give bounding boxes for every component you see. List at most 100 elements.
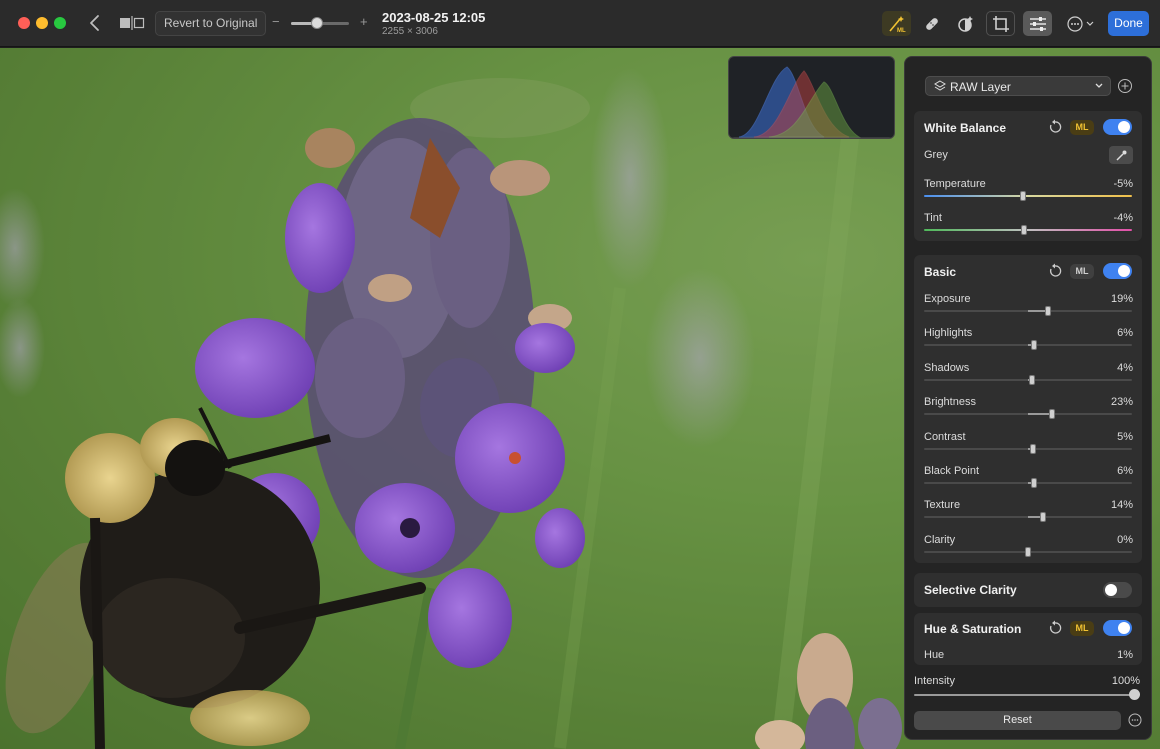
close-window-button[interactable] (18, 17, 30, 29)
black-point-slider-handle[interactable] (1031, 478, 1038, 488)
slider-value: 23% (1110, 396, 1133, 409)
chevron-left-icon (90, 15, 99, 31)
slider-label: Hue (924, 649, 945, 661)
reset-button[interactable]: Reset (914, 711, 1121, 730)
retouch-bandage-icon (925, 17, 938, 30)
back-button[interactable] (86, 13, 104, 33)
reset-icon[interactable] (1047, 620, 1063, 636)
done-button[interactable]: Done (1108, 11, 1149, 36)
selective-clarity-section: Selective Clarity (914, 573, 1142, 607)
slider-value: 19% (1110, 293, 1133, 305)
grey-label: Grey (924, 149, 948, 161)
zoom-in-button[interactable]: + (360, 14, 368, 29)
brightness-slider-track[interactable] (924, 413, 1132, 416)
eyedropper-icon (1116, 150, 1127, 161)
ml-auto-badge[interactable]: ML (1070, 264, 1094, 279)
more-icon (1067, 15, 1094, 32)
slider-value: 5% (1117, 430, 1133, 443)
toggle-knob (1118, 121, 1130, 133)
temperature-slider-handle[interactable] (1019, 191, 1026, 201)
slider-label: Texture (924, 499, 961, 512)
highlights-slider-handle[interactable] (1031, 340, 1038, 351)
slider-label: Brightness (924, 396, 976, 409)
document-title: 2023-08-25 12:05 (382, 10, 486, 25)
svg-text:ML: ML (897, 28, 906, 33)
shadows-slider-handle[interactable] (1029, 374, 1036, 385)
reset-icon[interactable] (1047, 119, 1063, 135)
crop-button[interactable] (986, 11, 1015, 36)
toggle-knob (1118, 265, 1130, 277)
document-dimensions: 2255 × 3006 (382, 26, 438, 37)
selective-clarity-title: Selective Clarity (924, 583, 1017, 597)
texture-slider-track[interactable] (924, 516, 1132, 519)
basic-section: Basic ML Exposure 19% Highlights 6% Shadows 4… (914, 255, 1142, 563)
mask-button[interactable] (950, 11, 979, 36)
tint-slider-handle[interactable] (1020, 225, 1027, 235)
slider-label: Exposure (924, 293, 971, 305)
adjust-sliders-icon (1029, 16, 1046, 31)
intensity-value: 100% (1111, 675, 1140, 687)
zoom-out-button[interactable]: − (272, 14, 280, 29)
intensity-slider-track[interactable] (914, 694, 1138, 696)
layer-name: RAW Layer (950, 80, 1011, 94)
add-layer-icon[interactable] (1117, 78, 1133, 94)
exposure-slider-handle[interactable] (1044, 306, 1051, 316)
adjustments-panel: RAW Layer White Balance ML Grey Temperat… (904, 56, 1152, 740)
brightness-slider-handle[interactable] (1048, 409, 1055, 420)
reset-icon[interactable] (1047, 263, 1063, 279)
slider-label: Contrast (924, 430, 966, 443)
retouch-button[interactable] (917, 11, 946, 36)
chevron-down-icon (1095, 83, 1103, 88)
slider-value: -5% (1113, 178, 1133, 190)
exposure-slider-track[interactable] (924, 310, 1132, 312)
slider-label: Temperature (924, 178, 986, 190)
title-bar: Revert to Original − + 2023-08-25 12:05 … (0, 0, 1160, 47)
slider-value: 0% (1117, 533, 1133, 546)
ml-enhance-button[interactable]: ML (882, 11, 911, 36)
basic-title: Basic (924, 265, 957, 279)
hue-saturation-title: Hue & Saturation (924, 622, 1022, 636)
slider-value: 6% (1117, 465, 1133, 477)
highlights-slider-track[interactable] (924, 344, 1132, 347)
ml-auto-badge[interactable]: ML (1070, 621, 1094, 636)
white-balance-section: White Balance ML Grey Temperature -5% Ti… (914, 111, 1142, 241)
adjust-button[interactable] (1023, 11, 1052, 36)
crop-icon (992, 15, 1009, 32)
slider-value: 14% (1110, 499, 1133, 512)
more-icon[interactable] (1128, 713, 1142, 727)
hue-saturation-section: Hue & Saturation ML Hue 1% (914, 613, 1142, 665)
selective-clarity-toggle[interactable] (1103, 582, 1132, 598)
intensity-slider-handle[interactable] (1129, 689, 1140, 700)
split-view-icon (120, 16, 145, 30)
more-options-button[interactable] (1064, 11, 1098, 36)
intensity-label: Intensity (914, 675, 955, 687)
shadows-slider-track[interactable] (924, 378, 1132, 381)
maximize-window-button[interactable] (54, 17, 66, 29)
texture-slider-handle[interactable] (1039, 512, 1046, 523)
slider-label: Shadows (924, 361, 970, 374)
compare-before-after-button[interactable] (119, 15, 145, 31)
white-balance-title: White Balance (924, 121, 1007, 135)
revert-to-original-button[interactable]: Revert to Original (155, 11, 267, 36)
eyedropper-button[interactable] (1109, 146, 1133, 164)
basic-toggle[interactable] (1103, 263, 1132, 279)
hue-saturation-toggle[interactable] (1103, 620, 1132, 636)
black-point-slider-track[interactable] (924, 482, 1132, 484)
ml-auto-badge[interactable]: ML (1070, 120, 1094, 135)
slider-label: Clarity (924, 533, 956, 546)
toggle-knob (1105, 584, 1117, 596)
layer-selector[interactable]: RAW Layer (925, 76, 1111, 96)
slider-value: 6% (1117, 327, 1133, 340)
white-balance-toggle[interactable] (1103, 119, 1132, 135)
slider-label: Tint (924, 212, 942, 224)
contrast-slider-track[interactable] (924, 447, 1132, 450)
clarity-slider-handle[interactable] (1025, 546, 1031, 557)
minimize-window-button[interactable] (36, 17, 48, 29)
slider-value: -4% (1113, 212, 1133, 224)
temperature-slider-track[interactable] (924, 195, 1132, 197)
zoom-slider-handle[interactable] (311, 17, 324, 29)
contrast-slider-handle[interactable] (1030, 443, 1037, 454)
tint-slider-track[interactable] (924, 229, 1132, 231)
slider-value: 1% (1117, 649, 1133, 661)
ml-enhance-icon: ML (888, 15, 906, 33)
